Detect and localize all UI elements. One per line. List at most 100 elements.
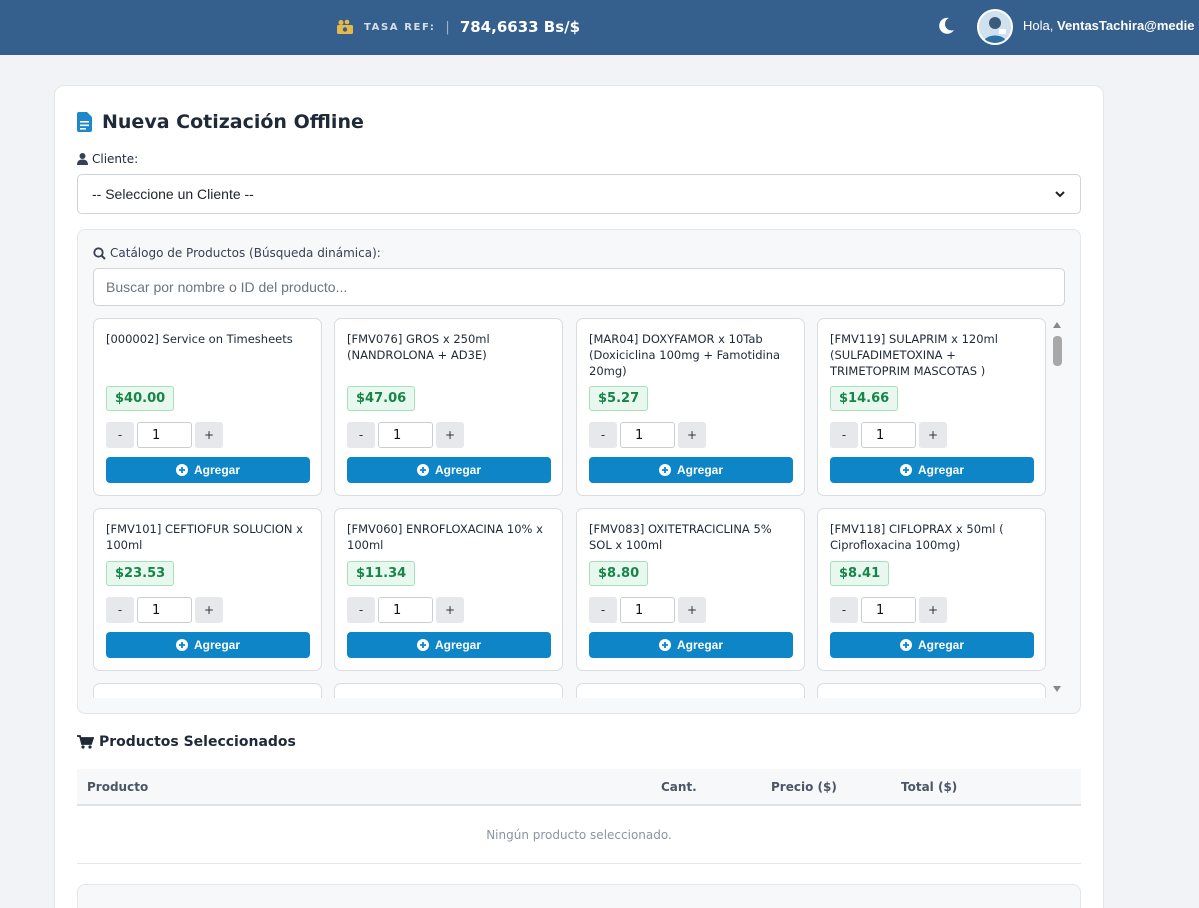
- catalog-label-text: Catálogo de Productos (Búsqueda dinámica…: [110, 246, 381, 260]
- add-product-button[interactable]: Agregar: [106, 632, 310, 658]
- increase-qty-button[interactable]: +: [195, 422, 223, 448]
- product-card: [FMV083] OXITETRACICLINA 5% SOL x 100ml $…: [576, 508, 805, 671]
- product-price: $8.41: [830, 561, 890, 586]
- product-name: [FMV076] GROS x 250ml (NANDROLONA + AD3E…: [347, 332, 490, 362]
- selected-table-header: Producto Cant. Precio ($) Total ($): [77, 769, 1081, 806]
- increase-qty-button[interactable]: +: [678, 597, 706, 623]
- add-product-button[interactable]: Agregar: [106, 457, 310, 483]
- product-price: $5.27: [589, 386, 649, 411]
- client-select[interactable]: -- Seleccione un Cliente --: [77, 174, 1081, 214]
- quantity-stepper: -1 +: [347, 422, 464, 448]
- chevron-down-icon: [1055, 191, 1065, 198]
- plus-circle-icon: [416, 464, 429, 476]
- product-search-input[interactable]: Buscar por nombre o ID del producto...: [93, 268, 1065, 306]
- page-title: Nueva Cotización Offline: [102, 111, 364, 133]
- user-photo-icon: [979, 11, 1011, 43]
- product-price: $8.80: [589, 561, 649, 586]
- increase-qty-button[interactable]: +: [195, 597, 223, 623]
- decrease-qty-button[interactable]: -: [830, 422, 858, 448]
- product-name: [FMV119] SULAPRIM x 120ml (SULFADIMETOXI…: [830, 332, 998, 378]
- plus-circle-icon: [899, 639, 912, 651]
- add-product-button[interactable]: Agregar: [347, 457, 551, 483]
- product-name: [000002] Service on Timesheets: [106, 332, 293, 346]
- decrease-qty-button[interactable]: -: [589, 422, 617, 448]
- product-card: [MAR04] DOXYFAMOR x 10Tab (Doxiciclina 1…: [576, 318, 805, 496]
- increase-qty-button[interactable]: +: [678, 422, 706, 448]
- quantity-input[interactable]: 1: [620, 597, 675, 623]
- product-card: [334, 683, 563, 698]
- shopping-cart-icon: [77, 735, 94, 749]
- greeting-prefix: Hola,: [1023, 18, 1054, 33]
- decrease-qty-button[interactable]: -: [347, 422, 375, 448]
- product-card: [FMV118] CIFLOPRAX x 50ml ( Ciprofloxaci…: [817, 508, 1046, 671]
- avatar[interactable]: [977, 9, 1013, 45]
- increase-qty-button[interactable]: +: [919, 422, 947, 448]
- top-bar: TASA REF: | 784,6633 Bs/$ Hola, VentasTa…: [0, 0, 1199, 55]
- search-placeholder: Buscar por nombre o ID del producto...: [106, 279, 348, 295]
- quantity-input[interactable]: 1: [861, 597, 916, 623]
- rate-label: TASA REF:: [364, 21, 436, 33]
- add-product-button[interactable]: Agregar: [347, 632, 551, 658]
- plus-circle-icon: [175, 464, 188, 476]
- column-header-total: Total ($): [901, 780, 958, 794]
- column-header-product: Producto: [87, 780, 149, 794]
- column-header-qty: Cant.: [661, 780, 697, 794]
- quantity-input[interactable]: 1: [620, 422, 675, 448]
- increase-qty-button[interactable]: +: [436, 422, 464, 448]
- decrease-qty-button[interactable]: -: [830, 597, 858, 623]
- product-name: [FMV101] CEFTIOFUR SOLUCION x 100ml: [106, 522, 303, 552]
- selected-products-title: Productos Seleccionados: [99, 734, 296, 750]
- plus-circle-icon: [658, 639, 671, 651]
- product-card: [FMV060] ENROFLOXACINA 10% x 100ml $11.34…: [334, 508, 563, 671]
- selected-products-heading: Productos Seleccionados: [77, 734, 296, 750]
- scrollbar-thumb[interactable]: [1053, 336, 1062, 366]
- add-button-label: Agregar: [676, 638, 723, 652]
- add-button-label: Agregar: [917, 463, 964, 477]
- product-price: $47.06: [347, 386, 416, 411]
- add-button-label: Agregar: [193, 463, 240, 477]
- username: VentasTachira@medie: [1056, 18, 1195, 33]
- summary-panel: [77, 884, 1081, 908]
- add-product-button[interactable]: Agregar: [830, 457, 1034, 483]
- product-card: [817, 683, 1046, 698]
- scroll-up-arrow[interactable]: [1053, 322, 1061, 328]
- plus-circle-icon: [899, 464, 912, 476]
- increase-qty-button[interactable]: +: [919, 597, 947, 623]
- user-greeting[interactable]: Hola, VentasTachira@medie: [1023, 18, 1194, 33]
- plus-circle-icon: [658, 464, 671, 476]
- page-header: Nueva Cotización Offline: [77, 111, 364, 133]
- user-icon: [77, 153, 88, 165]
- product-price: $40.00: [106, 386, 175, 411]
- rate-value: 784,6633 Bs/$: [459, 18, 581, 36]
- product-grid: [000002] Service on Timesheets $40.00-1 + A…: [93, 318, 1048, 698]
- product-card: [576, 683, 805, 698]
- file-invoice-icon: [77, 112, 92, 132]
- decrease-qty-button[interactable]: -: [347, 597, 375, 623]
- scroll-down-arrow[interactable]: [1053, 686, 1061, 692]
- money-coins-icon: [337, 19, 353, 34]
- decrease-qty-button[interactable]: -: [106, 422, 134, 448]
- add-product-button[interactable]: Agregar: [830, 632, 1034, 658]
- quantity-input[interactable]: 1: [378, 422, 433, 448]
- plus-circle-icon: [175, 639, 188, 651]
- client-select-value: -- Seleccione un Cliente --: [92, 186, 254, 202]
- decrease-qty-button[interactable]: -: [106, 597, 134, 623]
- quantity-input[interactable]: 1: [378, 597, 433, 623]
- search-icon: [93, 246, 106, 260]
- product-card: [FMV119] SULAPRIM x 120ml (SULFADIMETOXI…: [817, 318, 1046, 496]
- decrease-qty-button[interactable]: -: [589, 597, 617, 623]
- increase-qty-button[interactable]: +: [436, 597, 464, 623]
- product-price: $14.66: [830, 386, 899, 411]
- quantity-stepper: -1 +: [106, 597, 223, 623]
- product-catalog: Catálogo de Productos (Búsqueda dinámica…: [77, 229, 1081, 714]
- product-card: [93, 683, 322, 698]
- add-product-button[interactable]: Agregar: [589, 632, 793, 658]
- quantity-input[interactable]: 1: [137, 422, 192, 448]
- moon-icon[interactable]: [936, 16, 956, 36]
- quantity-stepper: -1 +: [589, 422, 706, 448]
- add-product-button[interactable]: Agregar: [589, 457, 793, 483]
- add-button-label: Agregar: [193, 638, 240, 652]
- client-label: Cliente:: [77, 152, 138, 166]
- quantity-input[interactable]: 1: [137, 597, 192, 623]
- quantity-input[interactable]: 1: [861, 422, 916, 448]
